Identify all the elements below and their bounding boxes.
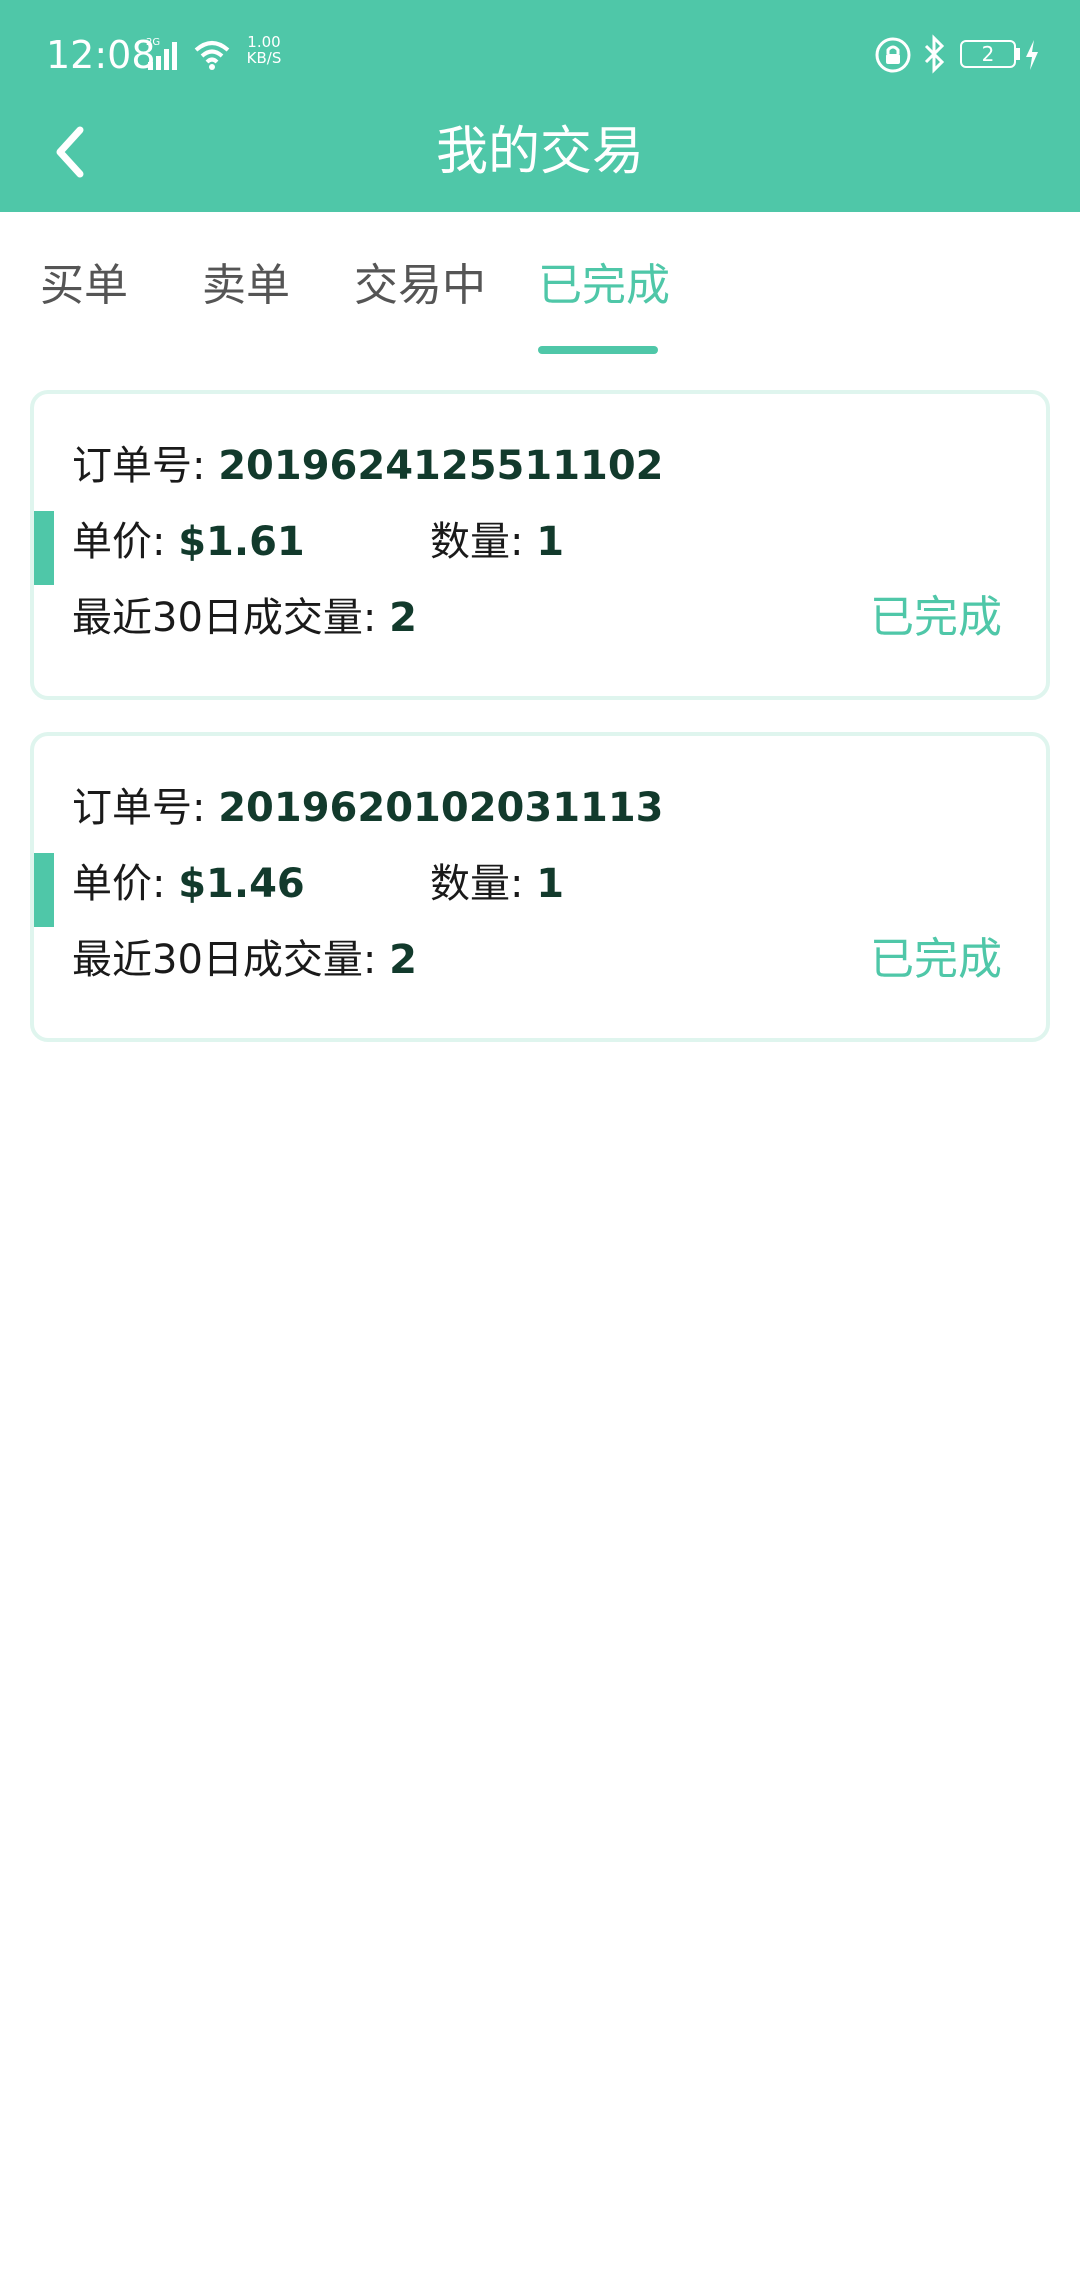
wifi-icon (194, 41, 230, 70)
tab-bar: 买单 卖单 交易中 已完成 (0, 212, 1080, 354)
order-number-label: 订单号: (72, 443, 219, 489)
order-number: 订单号: 2019620102031113 (72, 780, 664, 836)
tab-sell-orders[interactable]: 卖单 (202, 256, 290, 316)
volume-30d: 最近30日成交量: 2 (72, 590, 417, 646)
order-number-label: 订单号: (72, 785, 219, 831)
battery-tip (1016, 48, 1020, 60)
lock-icon (875, 37, 911, 73)
charging-icon (1026, 40, 1038, 70)
order-status: 已完成 (870, 934, 1002, 985)
volume-30d-label: 最近30日成交量: (72, 595, 390, 641)
quantity-label: 数量: (430, 861, 537, 907)
quantity-value: 1 (536, 519, 565, 565)
unit-price-label: 单价: (72, 519, 179, 565)
volume-30d-label: 最近30日成交量: (72, 937, 390, 983)
status-time: 12:08 (46, 33, 156, 77)
signal-icon: 2G (146, 37, 177, 70)
quantity: 数量: 1 (430, 856, 564, 912)
volume-30d-value: 2 (389, 937, 417, 983)
active-tab-indicator (538, 346, 658, 354)
bluetooth-icon (924, 34, 945, 74)
page-title: 我的交易 (435, 122, 644, 182)
volume-30d: 最近30日成交量: 2 (72, 932, 417, 988)
network-speed: 1.00 KB/S (242, 34, 286, 66)
app-header: 12:08 2G 1.00 KB/S 2 我的交易 (0, 0, 1080, 212)
battery-indicator: 2 (960, 40, 1016, 68)
network-speed-unit: KB/S (246, 49, 282, 67)
status-bar: 12:08 2G 1.00 KB/S 2 (0, 0, 1080, 110)
quantity-label: 数量: (430, 519, 537, 565)
unit-price-label: 单价: (72, 861, 179, 907)
unit-price: 单价: $1.46 (72, 856, 305, 912)
unit-price: 单价: $1.61 (72, 514, 305, 570)
card-accent-bar (34, 511, 54, 585)
order-number-value: 2019620102031113 (218, 785, 664, 831)
card-accent-bar (34, 853, 54, 927)
unit-price-value: $1.61 (178, 519, 305, 565)
order-card[interactable]: 订单号: 2019624125511102 单价: $1.61 数量: 1 最近… (30, 390, 1050, 700)
network-type-label: 2G (146, 37, 160, 48)
volume-30d-value: 2 (389, 595, 417, 641)
quantity: 数量: 1 (430, 514, 564, 570)
order-number: 订单号: 2019624125511102 (72, 438, 664, 494)
order-card[interactable]: 订单号: 2019620102031113 单价: $1.46 数量: 1 最近… (30, 732, 1050, 1042)
tab-in-progress[interactable]: 交易中 (354, 256, 486, 316)
order-number-value: 2019624125511102 (218, 443, 664, 489)
network-speed-value: 1.00 (247, 33, 281, 51)
quantity-value: 1 (536, 861, 565, 907)
tab-completed[interactable]: 已完成 (538, 256, 670, 316)
unit-price-value: $1.46 (178, 861, 305, 907)
order-status: 已完成 (870, 592, 1002, 643)
tab-buy-orders[interactable]: 买单 (40, 256, 128, 316)
